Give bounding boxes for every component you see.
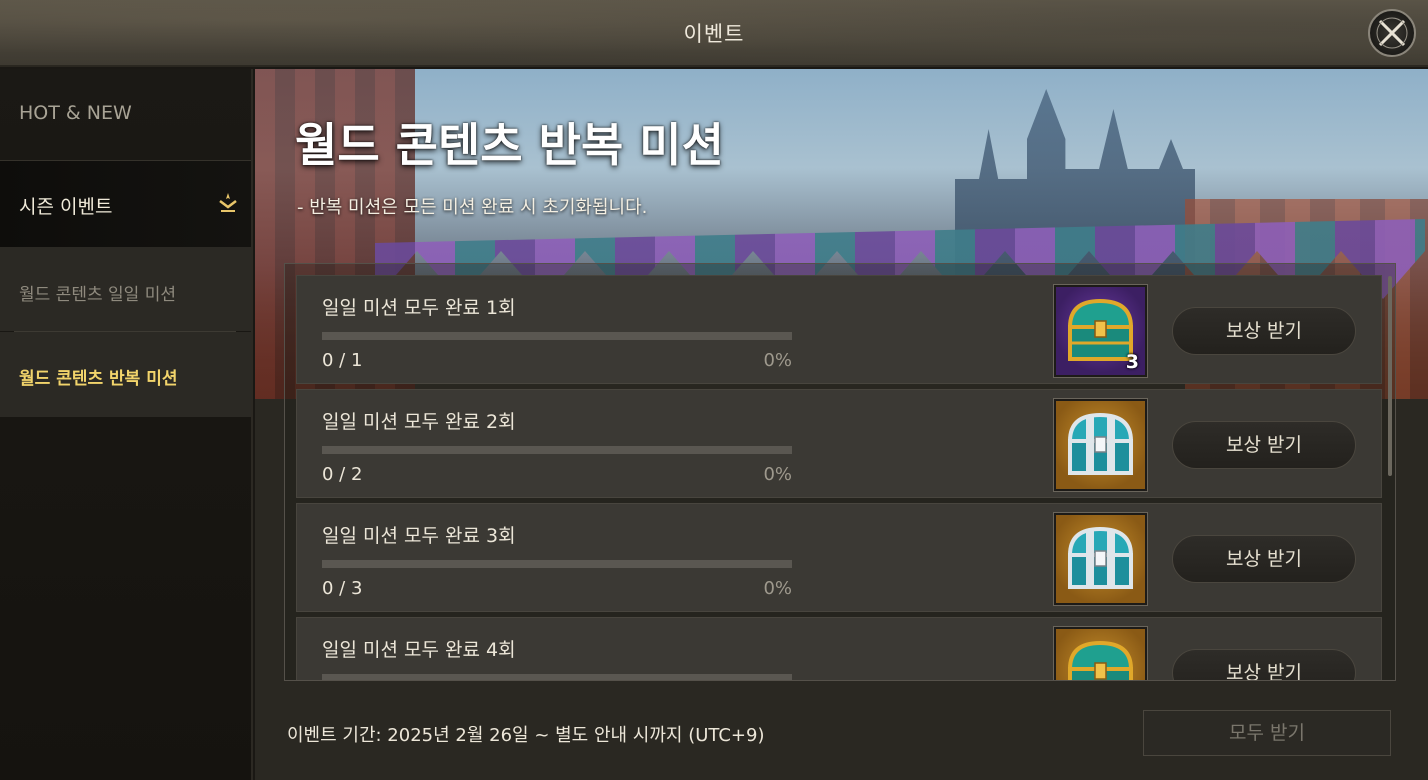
sidebar-item-hot-new[interactable]: HOT & NEW xyxy=(0,69,251,160)
progress-percent: 0% xyxy=(763,578,792,599)
mission-row: 일일 미션 모두 완료 1회 0 / 1 0% 3 보상 받기 xyxy=(296,275,1382,384)
window-title: 이벤트 xyxy=(683,22,745,46)
silver-chest-icon xyxy=(1067,526,1134,589)
reward-count: 3 xyxy=(1125,351,1139,373)
mission-title: 일일 미션 모두 완료 2회 xyxy=(322,411,516,433)
banner-subtitle: - 반복 미션은 모든 미션 완료 시 초기화됩니다. xyxy=(297,197,648,218)
reward-slot[interactable]: 3 xyxy=(1054,285,1147,377)
reward-slot[interactable] xyxy=(1054,399,1147,491)
event-period: 이벤트 기간: 2025년 2월 26일 ~ 별도 안내 시까지 (UTC+9) xyxy=(287,725,765,746)
claim-reward-button[interactable]: 보상 받기 xyxy=(1172,649,1356,680)
scrollbar[interactable] xyxy=(1388,276,1392,476)
progress-bar xyxy=(322,332,792,340)
mission-row: 일일 미션 모두 완료 3회 0 / 3 0% 보상 받기 xyxy=(296,503,1382,612)
claim-reward-button[interactable]: 보상 받기 xyxy=(1172,421,1356,469)
mission-title: 일일 미션 모두 완료 3회 xyxy=(322,525,516,547)
progress-bar xyxy=(322,560,792,568)
mission-row: 일일 미션 모두 완료 4회 보상 받기 xyxy=(296,617,1382,680)
mission-title: 일일 미션 모두 완료 4회 xyxy=(322,639,516,661)
silver-chest-icon xyxy=(1067,412,1134,475)
claim-reward-button[interactable]: 보상 받기 xyxy=(1172,307,1356,355)
progress-percent: 0% xyxy=(763,464,792,485)
close-button[interactable] xyxy=(1368,9,1416,57)
sidebar-item-world-daily-mission[interactable]: 월드 콘텐츠 일일 미션 xyxy=(0,247,251,331)
close-icon xyxy=(1376,17,1408,49)
progress-count: 0 / 2 xyxy=(322,464,363,485)
collapse-arrow-icon xyxy=(216,191,240,215)
mission-list[interactable]: 일일 미션 모두 완료 1회 0 / 1 0% 3 보상 받기 일일 미션 모두… xyxy=(284,263,1396,681)
sidebar-item-season-event[interactable]: 시즌 이벤트 xyxy=(0,161,251,247)
reward-slot[interactable] xyxy=(1054,627,1147,680)
title-bar: 이벤트 xyxy=(0,0,1428,67)
sidebar-item-label: HOT & NEW xyxy=(19,102,132,124)
mission-row: 일일 미션 모두 완료 2회 0 / 2 0% 보상 받기 xyxy=(296,389,1382,498)
claim-reward-button[interactable]: 보상 받기 xyxy=(1172,535,1356,583)
sidebar: HOT & NEW 시즌 이벤트 월드 콘텐츠 일일 미션 월드 콘텐츠 반복 … xyxy=(0,69,253,780)
progress-count: 0 / 3 xyxy=(322,578,363,599)
reward-slot[interactable] xyxy=(1054,513,1147,605)
progress-bar xyxy=(322,446,792,454)
progress-count: 0 / 1 xyxy=(322,350,363,371)
sidebar-item-world-repeat-mission[interactable]: 월드 콘텐츠 반복 미션 xyxy=(0,332,251,417)
banner-title: 월드 콘텐츠 반복 미션 xyxy=(295,118,724,172)
sidebar-item-label: 월드 콘텐츠 일일 미션 xyxy=(19,285,176,305)
main-panel: 월드 콘텐츠 반복 미션 - 반복 미션은 모든 미션 완료 시 초기화됩니다.… xyxy=(255,69,1428,780)
progress-bar xyxy=(322,674,792,680)
sidebar-item-label: 시즌 이벤트 xyxy=(19,196,113,218)
sidebar-item-label: 월드 콘텐츠 반복 미션 xyxy=(19,369,178,389)
gold-chest-icon xyxy=(1067,640,1134,680)
progress-percent: 0% xyxy=(763,350,792,371)
mission-title: 일일 미션 모두 완료 1회 xyxy=(322,297,516,319)
claim-all-button[interactable]: 모두 받기 xyxy=(1143,710,1391,756)
